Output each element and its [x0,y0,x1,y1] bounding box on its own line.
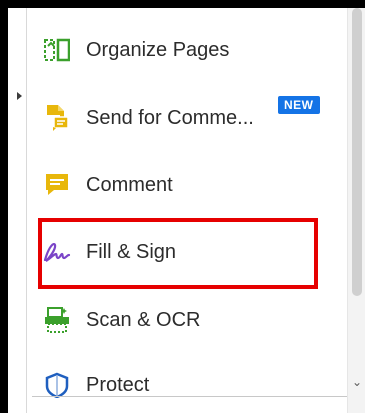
comment-icon [42,170,72,200]
panel-left-border [26,8,27,413]
send-for-comment-icon [42,103,72,133]
scrollbar-thumb[interactable] [352,8,362,296]
tool-comment[interactable]: Comment [40,163,340,207]
tool-organize-pages[interactable]: Organize Pages [40,28,340,72]
vertical-scrollbar[interactable]: ⌄ [347,8,365,413]
tool-send-for-comment[interactable]: NEW Send for Comme... [40,96,340,140]
organize-pages-icon [42,35,72,65]
tool-protect[interactable]: Protect [40,363,340,407]
scroll-down-icon[interactable]: ⌄ [348,372,365,392]
tool-label: Organize Pages [86,38,230,61]
tool-label: Send for Comme... [86,106,254,129]
collapse-handle-icon[interactable] [17,92,22,100]
tool-label: Comment [86,173,173,196]
scan-ocr-icon [42,305,72,335]
tool-label: Scan & OCR [86,308,201,331]
tool-label: Protect [86,373,150,396]
bottom-divider [32,396,352,397]
fill-sign-highlight-box [38,218,318,289]
tool-scan-ocr[interactable]: Scan & OCR [40,298,340,342]
new-badge: NEW [278,96,320,114]
tools-panel: Organize Pages NEW Send for Comme... Com… [8,8,365,413]
